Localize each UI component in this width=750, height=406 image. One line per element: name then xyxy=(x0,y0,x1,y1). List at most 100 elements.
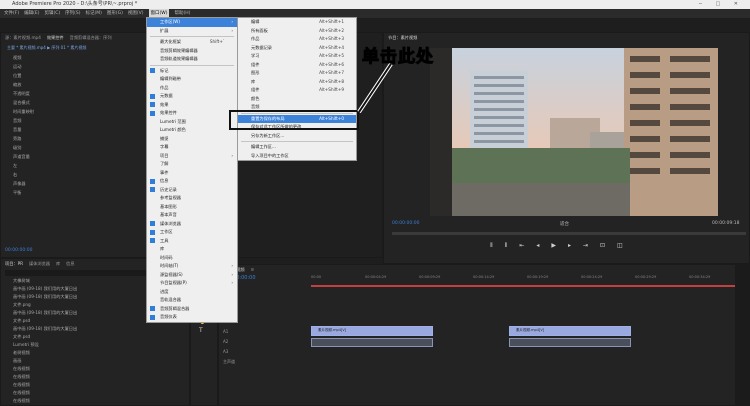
menu-item-3[interactable]: 序列(S) xyxy=(65,9,80,18)
window_menu-item[interactable]: 库 xyxy=(147,245,237,254)
window_menu-item[interactable]: 了解 xyxy=(147,160,237,169)
project-tab-2[interactable]: 库 xyxy=(56,261,60,267)
window_menu-item[interactable]: 效果控件 xyxy=(147,109,237,118)
workspace_submenu-item[interactable]: 另存为新工作区... xyxy=(238,132,356,141)
timeline-menu-icon[interactable]: ≡ xyxy=(251,267,255,273)
lift-button[interactable]: ⊡ xyxy=(600,242,605,250)
window_menu-item[interactable]: 源监视器(S) › xyxy=(147,271,237,280)
window_menu-item[interactable]: 时间轴(T) › xyxy=(147,262,237,271)
program-monitor-title[interactable]: 节目：素片视频 xyxy=(388,35,417,41)
window_menu-item[interactable]: 事件 xyxy=(147,169,237,178)
menu-item-2[interactable]: 剪辑(C) xyxy=(44,9,60,18)
source-tab-2[interactable]: 音频剪辑混合器：序列 xyxy=(70,35,112,41)
window_menu-item[interactable]: 效果 xyxy=(147,101,237,110)
window_menu-item[interactable]: 音轨混合器 xyxy=(147,296,237,305)
window_menu-item[interactable]: 信息 xyxy=(147,177,237,186)
window_menu-item[interactable]: 音频仪表 xyxy=(147,313,237,322)
window_menu-item[interactable]: 基本声音 xyxy=(147,211,237,220)
project-item[interactable]: 在线视频 xyxy=(1,389,189,397)
project-item[interactable]: 画中画 (09-18) 我们用的大厦日出 xyxy=(1,325,189,333)
workspace_submenu-item[interactable]: 编辑 Alt+Shift+1 xyxy=(238,18,356,27)
workspace_submenu-item[interactable]: 组件 Alt+Shift+9 xyxy=(238,86,356,95)
workspace_submenu-item[interactable]: 颜色 xyxy=(238,95,356,104)
window_menu-item[interactable]: Lumetri 范围 xyxy=(147,118,237,127)
audio-clip-2[interactable] xyxy=(509,338,631,347)
window_menu-item[interactable]: 工作区(W) › xyxy=(147,18,237,27)
type-tool-icon[interactable]: T xyxy=(199,326,209,335)
timeline-ruler[interactable]: 00:00 00:00:04:29 00:00:09:29 00:00:14:29 00… xyxy=(311,275,750,283)
source-tab-0[interactable]: 源：素片视频.mp4 xyxy=(5,35,41,41)
checkmark-icon xyxy=(150,178,155,184)
project-tab-3[interactable]: 信息 xyxy=(66,261,74,267)
project-item[interactable]: 在线视频 xyxy=(1,381,189,389)
workspace_submenu-item[interactable]: 元数据记录 Alt+Shift+4 xyxy=(238,44,356,53)
project-item[interactable]: Lumetri 预设 xyxy=(1,341,189,349)
source-tab-1[interactable]: 效果控件 xyxy=(47,35,64,41)
window_menu-item[interactable]: 工具 xyxy=(147,237,237,246)
track-header[interactable]: A2 xyxy=(223,337,309,347)
project-item[interactable]: 在线视频 xyxy=(1,365,189,373)
project-item[interactable]: 老树视频 xyxy=(1,349,189,357)
fit-dropdown[interactable]: 适合 xyxy=(560,221,569,227)
play-button[interactable]: ▶ xyxy=(551,242,556,250)
window_menu-item[interactable]: 元数据 xyxy=(147,92,237,101)
project-item[interactable]: 文件.psd xyxy=(1,333,189,341)
mark-out-button[interactable]: ⦀ xyxy=(505,242,508,250)
window_menu-item[interactable]: 基本图形 xyxy=(147,203,237,212)
window_menu-item[interactable]: 标记 xyxy=(147,67,237,76)
menu-item-6[interactable]: 视图(V) xyxy=(128,9,144,18)
work-area-bar[interactable] xyxy=(311,285,747,287)
window_menu-item[interactable]: 最大化框架 Shift+` xyxy=(147,38,237,47)
window_menu-item[interactable]: 媒体浏览器 xyxy=(147,220,237,229)
mark-in-button[interactable]: ⦀ xyxy=(490,242,493,250)
project-item[interactable]: 画画 xyxy=(1,357,189,365)
workspace_submenu-item[interactable]: 库 Alt+Shift+8 xyxy=(238,78,356,87)
window_menu-item[interactable]: 时间码 xyxy=(147,254,237,263)
window_menu-item[interactable]: 工作区 xyxy=(147,228,237,237)
menu-item-0[interactable]: 文件(F) xyxy=(4,9,19,18)
export-frame-button[interactable]: ◫ xyxy=(617,242,623,250)
window-controls[interactable]: ─ □ ✕ xyxy=(699,0,744,9)
track-header[interactable]: A3 xyxy=(223,347,309,357)
menu-item-1[interactable]: 编辑(E) xyxy=(24,9,39,18)
window_menu-item[interactable]: 音频轨道效果编辑器 xyxy=(147,55,237,64)
step-back-button[interactable]: ◂ xyxy=(536,242,539,250)
track-header[interactable]: 主声道 xyxy=(223,357,309,367)
window_menu-item[interactable]: 音频剪辑混合器 xyxy=(147,305,237,314)
window_menu-item[interactable]: 历史记录 xyxy=(147,186,237,195)
step-forward-button[interactable]: ▸ xyxy=(568,242,571,250)
video-clip-2[interactable]: 素片视频.mp4[V] xyxy=(509,326,631,336)
workspace_submenu-item[interactable]: 图形 Alt+Shift+7 xyxy=(238,69,356,78)
menu-item-4[interactable]: 标记(M) xyxy=(86,9,102,18)
window_menu-item[interactable]: Lumetri 颜色 xyxy=(147,126,237,135)
track-header[interactable]: A1 xyxy=(223,327,309,337)
go-to-out-button[interactable]: ⇥ xyxy=(583,242,588,250)
window_menu-item[interactable]: 节目监视器(P) › xyxy=(147,279,237,288)
window_menu-item[interactable]: 项目 › xyxy=(147,152,237,161)
workspace_submenu-item[interactable]: 所有面板 Alt+Shift+2 xyxy=(238,27,356,36)
project-item[interactable]: 在线视频 xyxy=(1,397,189,405)
window_menu-item[interactable]: 字幕 xyxy=(147,143,237,152)
window_menu-item[interactable]: 音频剪辑效果编辑器 xyxy=(147,47,237,56)
audio-clip-1[interactable] xyxy=(311,338,433,347)
workspace_submenu-item[interactable]: 作品 Alt+Shift+3 xyxy=(238,35,356,44)
go-to-in-button[interactable]: ⇤ xyxy=(519,242,524,250)
workspace_submenu-item[interactable]: 组件 Alt+Shift+6 xyxy=(238,61,356,70)
project-tab-1[interactable]: 媒体浏览器 xyxy=(29,261,50,267)
menu-item-5[interactable]: 图形(G) xyxy=(107,9,123,18)
window_menu-item[interactable]: 扩展 › xyxy=(147,27,237,36)
window_menu-item[interactable]: 捕捉 xyxy=(147,135,237,144)
program-timecode[interactable]: 00:00:00:00 xyxy=(392,221,419,226)
workspace_submenu-item[interactable]: 编辑工作区... xyxy=(238,143,356,152)
window_menu-item[interactable]: 编辑到磁带 xyxy=(147,75,237,84)
workspace_submenu-item[interactable]: 导入项目中的工作区 xyxy=(238,152,356,161)
video-clip-1[interactable]: 素片视频.mp4[V] xyxy=(311,326,433,336)
project-tab-0[interactable]: 项目：PR xyxy=(5,261,23,267)
window_menu-item[interactable]: 进度 xyxy=(147,288,237,297)
program-scrub-bar[interactable] xyxy=(392,232,746,235)
workspace_submenu-item[interactable]: 学习 Alt+Shift+5 xyxy=(238,52,356,61)
source-timecode[interactable]: 00:00:00:00 xyxy=(5,248,32,253)
project-item[interactable]: 在线视频 xyxy=(1,373,189,381)
window_menu-item[interactable]: 参考监视器 xyxy=(147,194,237,203)
window_menu-item[interactable]: 作品 xyxy=(147,84,237,93)
